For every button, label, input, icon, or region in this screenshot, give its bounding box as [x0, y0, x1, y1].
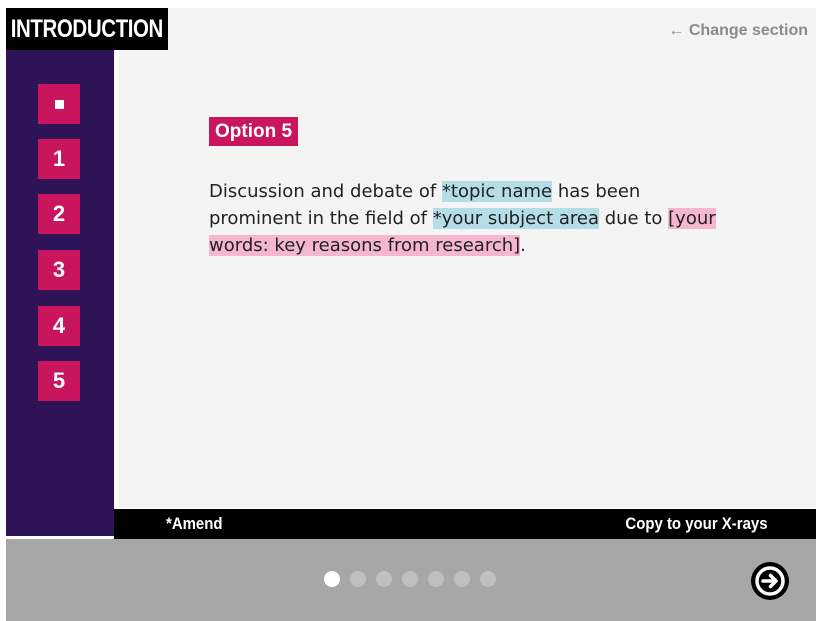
footer-bar — [6, 539, 816, 621]
arrow-right-circle-icon — [755, 566, 785, 596]
sidebar-item-2[interactable]: 2 — [38, 194, 80, 234]
sidebar-item-1[interactable]: 1 — [38, 139, 80, 179]
paragraph-text: due to — [599, 208, 669, 229]
pagination-dot-7[interactable] — [480, 571, 496, 587]
subject-placeholder: *your subject area — [432, 208, 599, 229]
change-section-link[interactable]: ← Change section — [668, 22, 808, 40]
section-title: INTRODUCTION — [6, 8, 168, 50]
pagination-dot-2[interactable] — [350, 571, 366, 587]
option-label: Option 5 — [209, 117, 299, 146]
pagination-dot-1[interactable] — [324, 571, 340, 587]
section-title-text: INTRODUCTION — [10, 14, 164, 43]
topic-placeholder: *topic name — [441, 181, 553, 202]
sidebar-item-3[interactable]: 3 — [38, 250, 80, 290]
copy-to-xrays-button[interactable]: Copy to your X-rays — [626, 514, 768, 534]
sidebar-item-5[interactable]: 5 — [38, 361, 80, 401]
template-paragraph: Discussion and debate of *topic name has… — [209, 178, 729, 259]
square-icon — [54, 99, 64, 109]
pagination-dot-6[interactable] — [454, 571, 470, 587]
sidebar-item-overview[interactable] — [38, 84, 80, 124]
paragraph-text: Discussion and debate of — [209, 181, 442, 202]
pagination-dot-4[interactable] — [402, 571, 418, 587]
app-root: ← Change section INTRODUCTION 1 2 3 4 5 … — [6, 8, 816, 621]
pagination-dots — [324, 571, 496, 587]
pagination-dot-5[interactable] — [428, 571, 444, 587]
sidebar-divider — [114, 50, 119, 536]
next-button[interactable] — [751, 562, 789, 600]
pagination-dot-3[interactable] — [376, 571, 392, 587]
paragraph-text: . — [520, 235, 526, 256]
amend-note: *Amend — [166, 514, 223, 533]
sidebar: 1 2 3 4 5 — [6, 50, 114, 536]
bottom-strip: *Amend Copy to your X-rays — [114, 509, 816, 539]
sidebar-item-4[interactable]: 4 — [38, 306, 80, 346]
